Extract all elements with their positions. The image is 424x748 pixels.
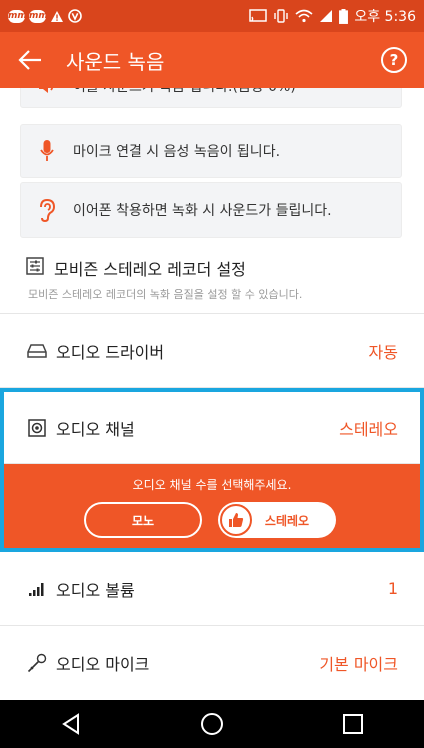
- wifi-icon: [295, 9, 313, 23]
- microphone-icon: [21, 139, 73, 163]
- back-button[interactable]: [0, 32, 60, 88]
- nav-back-button[interactable]: [41, 700, 101, 748]
- info-card-sound: 이를 사운드가 녹음 됩니다.(음량 0%): [20, 88, 402, 108]
- app-bar: 사운드 녹음 ?: [0, 32, 424, 88]
- drive-icon: [26, 340, 48, 362]
- arrow-left-icon: [18, 50, 41, 70]
- triangle-back-icon: [61, 713, 79, 735]
- setting-label: 오디오 볼륨: [56, 580, 135, 600]
- circle-home-icon: [200, 713, 223, 735]
- info-card-text: 이를 사운드가 녹음 됩니다.(음량 0%): [73, 88, 296, 96]
- channel-choice-prompt: 오디오 채널 수를 선택해주세요.: [132, 478, 292, 492]
- settings-list[interactable]: 이를 사운드가 녹음 됩니다.(음량 0%) 마이크 연결 시 음성 녹음이 됩…: [0, 88, 424, 700]
- audio-mic-row[interactable]: 오디오 마이크 기본 마이크: [0, 626, 424, 700]
- mm-icon: mm: [29, 9, 48, 23]
- speaker-icon: [21, 88, 73, 95]
- audio-volume-row[interactable]: 오디오 볼륨 1: [0, 552, 424, 626]
- volume-bars-icon: [26, 578, 48, 600]
- battery-icon: [339, 8, 349, 24]
- vibrate-icon: [274, 9, 289, 23]
- help-icon: ?: [381, 47, 407, 73]
- stereo-option-label: 스테레오: [264, 513, 310, 528]
- nav-recents-button[interactable]: [323, 700, 383, 748]
- setting-value: 1: [387, 579, 398, 598]
- info-card-text: 이어폰 착용하면 녹화 시 사운드가 들립니다.: [73, 203, 332, 219]
- status-bar: mm mm 오후 5:36: [0, 0, 424, 32]
- section-description: 모비즌 스테레오 레코더의 녹화 음질을 설정 할 수 있습니다.: [28, 288, 303, 301]
- setting-label: 오디오 드라이버: [56, 342, 165, 362]
- mm-icon: mm: [8, 9, 27, 23]
- square-recents-icon: [343, 714, 364, 734]
- stereo-recorder-section: 모비즌 스테레오 레코더 설정 모비즌 스테레오 레코더의 녹화 음질을 설정 …: [0, 242, 424, 314]
- audio-channel-block: 오디오 채널 스테레오 오디오 채널 수를 선택해주세요. 모노 스테레오: [0, 388, 424, 552]
- info-card-text: 마이크 연결 시 음성 녹음이 됩니다.: [73, 144, 281, 160]
- mono-option-button[interactable]: 모노: [84, 502, 202, 538]
- info-card-mic: 마이크 연결 시 음성 녹음이 됩니다.: [20, 124, 402, 178]
- audio-channel-row[interactable]: 오디오 채널 스테레오: [4, 392, 420, 464]
- signal-icon: [320, 10, 333, 22]
- system-nav-bar: [0, 700, 424, 748]
- speaker-box-icon: [26, 417, 48, 439]
- thumbs-up-icon: [220, 504, 252, 536]
- v-circle-icon: [68, 9, 82, 23]
- setting-value: 자동: [368, 342, 398, 362]
- help-button[interactable]: ?: [364, 32, 424, 88]
- mono-option-label: 모노: [131, 513, 155, 528]
- audio-driver-row[interactable]: 오디오 드라이버 자동: [0, 314, 424, 388]
- ear-icon: [21, 198, 73, 222]
- status-left-icons: mm mm: [8, 9, 82, 23]
- setting-label: 오디오 마이크: [56, 655, 150, 674]
- page-title: 사운드 녹음: [66, 49, 165, 74]
- setting-value: 기본 마이크: [319, 655, 398, 674]
- channel-choice-panel: 오디오 채널 수를 선택해주세요. 모노 스테레오: [4, 464, 420, 548]
- nav-home-button[interactable]: [182, 700, 242, 748]
- status-time: 오후 5:36: [354, 9, 416, 25]
- info-card-ear: 이어폰 착용하면 녹화 시 사운드가 들립니다.: [20, 182, 402, 238]
- setting-label: 오디오 채널: [56, 419, 135, 439]
- status-right-icons: 오후 5:36: [249, 6, 416, 26]
- alert-triangle-icon: [51, 10, 63, 22]
- equalizer-icon: [26, 257, 48, 279]
- setting-value: 스테레오: [339, 419, 398, 439]
- section-title: 모비즌 스테레오 레코더 설정: [54, 260, 246, 279]
- microphone-outline-icon: [26, 652, 48, 674]
- stereo-option-button[interactable]: 스테레오: [218, 502, 336, 538]
- cast-icon: [249, 9, 268, 22]
